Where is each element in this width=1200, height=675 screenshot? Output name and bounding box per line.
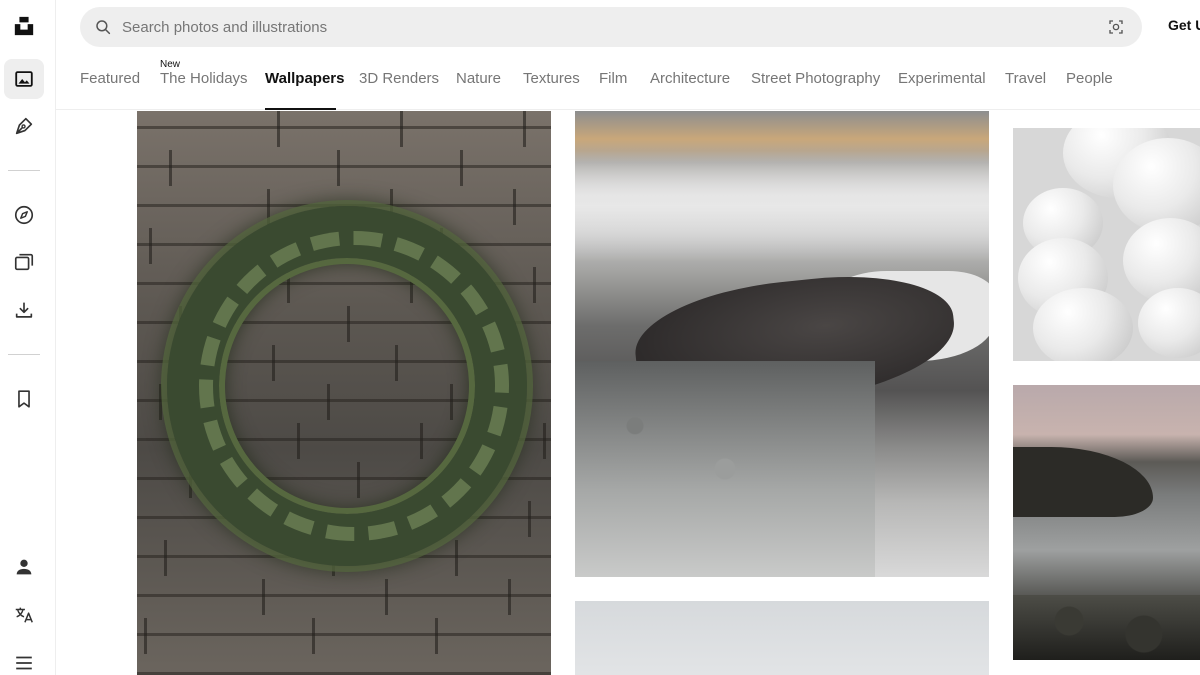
sidebar-divider <box>8 354 40 355</box>
tab-label: Experimental <box>898 70 986 87</box>
tab-label: Featured <box>80 70 141 87</box>
unsplash-logo-icon[interactable] <box>4 6 44 46</box>
photo-gray[interactable] <box>575 601 989 675</box>
search-bar[interactable] <box>80 7 1142 47</box>
new-badge: New <box>160 59 181 70</box>
bookmark-icon <box>18 390 30 408</box>
menu-icon <box>16 656 32 670</box>
collections-icon <box>14 253 34 271</box>
tab-label: The Holidays <box>160 70 248 87</box>
get-unsplash-plus-button[interactable]: Get U <box>1168 17 1200 33</box>
sidebar-item-language[interactable] <box>4 595 44 635</box>
forest <box>575 361 875 577</box>
photo-wreath[interactable] <box>137 111 551 675</box>
sidebar-item-illustrations[interactable] <box>4 106 44 146</box>
top-header: Get U Featured New The Holidays Wallpape… <box>56 0 1200 110</box>
photo-3d-render[interactable] <box>1013 128 1200 361</box>
tab-label: Street Photography <box>751 70 881 87</box>
app-root: Get U Featured New The Holidays Wallpape… <box>0 0 1200 675</box>
sidebar-divider <box>8 170 40 171</box>
visual-search-icon[interactable] <box>1106 17 1126 37</box>
photos-icon <box>15 71 33 87</box>
search-icon[interactable] <box>93 17 113 37</box>
sidebar-item-menu[interactable] <box>4 643 44 675</box>
search-input[interactable] <box>122 8 1106 46</box>
photo-snowy-lake[interactable] <box>575 111 989 577</box>
tab-label: People <box>1066 70 1113 87</box>
tab-label: Textures <box>523 70 580 87</box>
tab-label: Film <box>599 70 628 87</box>
sidebar-item-explore[interactable] <box>4 195 44 235</box>
tab-wallpapers[interactable]: Wallpapers <box>265 58 344 110</box>
user-icon <box>16 559 32 575</box>
sidebar-item-photos[interactable] <box>4 59 44 99</box>
sidebar-item-downloads[interactable] <box>4 290 44 330</box>
tab-label: Nature <box>456 70 502 87</box>
tab-label: Architecture <box>650 70 731 87</box>
translate-icon <box>15 607 33 623</box>
sidebar-item-bookmarks[interactable] <box>4 379 44 419</box>
compass-icon <box>14 205 34 225</box>
tab-label: Travel <box>1005 70 1047 87</box>
pen-nib-icon <box>15 117 33 135</box>
download-icon <box>15 302 33 318</box>
tab-label: Wallpapers <box>265 70 345 87</box>
sidebar-item-collections[interactable] <box>4 242 44 282</box>
sidebar-item-account[interactable] <box>4 547 44 587</box>
sidebar <box>0 0 56 675</box>
photo-sea-coast[interactable] <box>1013 385 1200 660</box>
tab-label: 3D Renders <box>359 70 440 87</box>
